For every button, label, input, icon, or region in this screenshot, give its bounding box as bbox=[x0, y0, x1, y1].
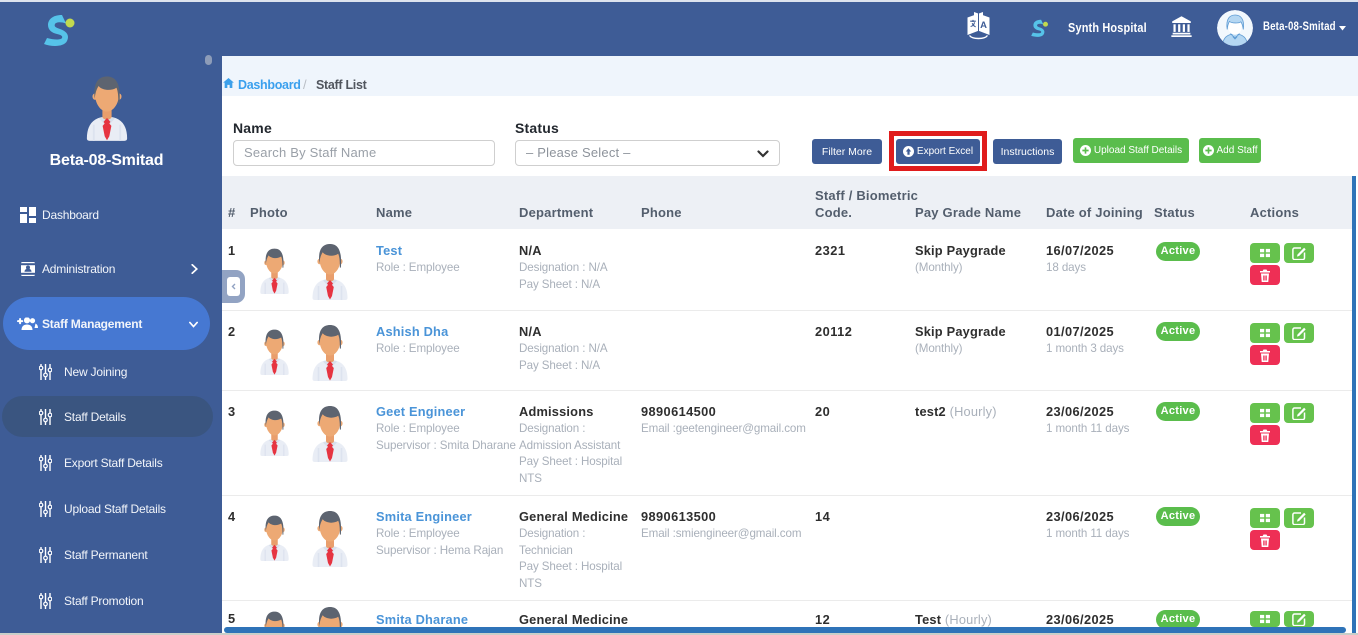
svg-text:A: A bbox=[980, 20, 987, 31]
